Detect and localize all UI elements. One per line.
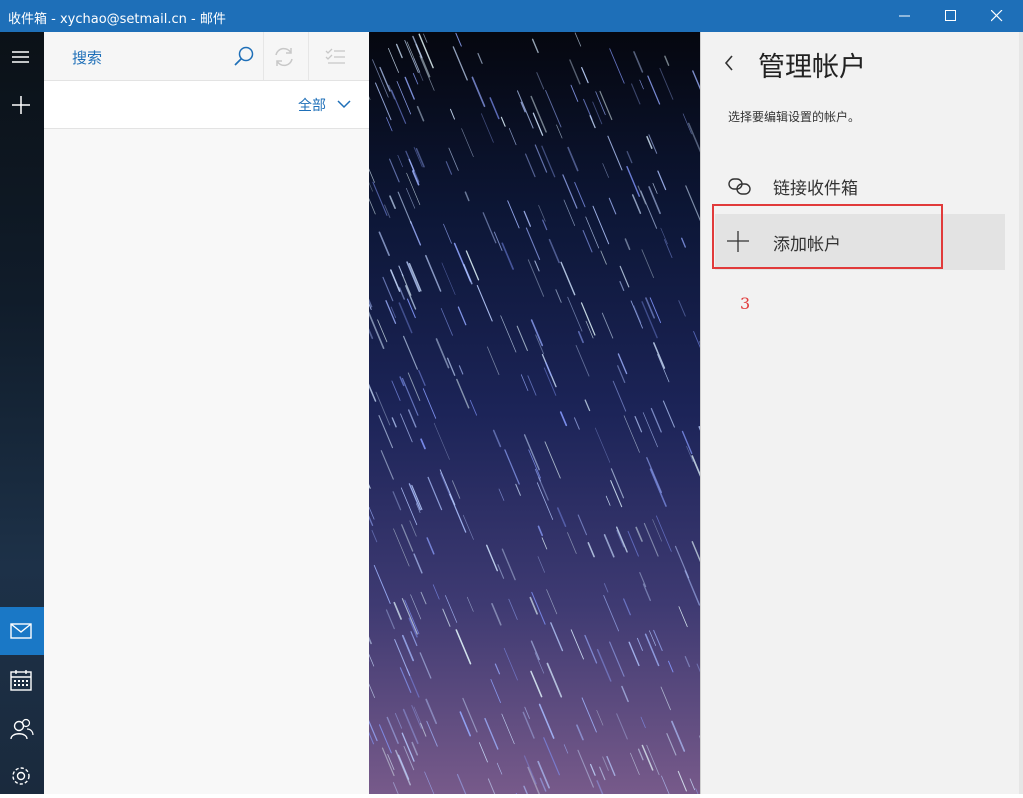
select-mode-icon — [324, 45, 348, 69]
annotation-step-number: 3 — [740, 294, 750, 313]
link-icon — [727, 174, 753, 198]
search-button[interactable] — [228, 42, 260, 70]
annotation-highlight-box — [712, 204, 943, 269]
panel-description: 选择要编辑设置的帐户。 — [728, 108, 860, 125]
minimize-icon — [899, 10, 911, 22]
filter-dropdown[interactable]: 全部 — [298, 95, 351, 115]
search-icon — [232, 45, 256, 69]
maximize-icon — [945, 10, 957, 22]
calendar-icon — [10, 669, 34, 693]
link-inboxes-label: 链接收件箱 — [773, 174, 858, 199]
maximize-button[interactable] — [928, 0, 974, 32]
manage-accounts-panel: 管理帐户 选择要编辑设置的帐户。 链接收件箱 添加帐户 3 — [700, 32, 1023, 794]
filter-bar: 全部 — [44, 81, 369, 129]
minimize-button[interactable] — [882, 0, 928, 32]
close-button[interactable] — [974, 0, 1020, 32]
toolbar-divider — [308, 32, 309, 80]
filter-label: 全部 — [298, 98, 326, 114]
sync-icon — [272, 45, 296, 69]
gear-icon — [10, 764, 34, 788]
toolbar-divider — [263, 32, 264, 80]
new-mail-button[interactable] — [0, 82, 44, 128]
settings-nav-button[interactable] — [0, 752, 44, 798]
mail-icon — [10, 619, 34, 643]
plus-icon — [10, 94, 32, 116]
window-title: 收件箱 - xychao@setmail.cn - 邮件 — [8, 8, 226, 27]
people-icon — [10, 717, 34, 741]
background-image — [369, 32, 700, 794]
people-nav-button[interactable] — [0, 705, 44, 751]
back-arrow-icon — [719, 52, 741, 74]
search-input[interactable]: 搜索 — [72, 47, 102, 68]
close-icon — [991, 10, 1003, 22]
navigation-rail — [0, 32, 44, 794]
calendar-nav-button[interactable] — [0, 657, 44, 703]
sync-button[interactable] — [268, 42, 300, 70]
hamburger-menu-button[interactable] — [0, 34, 44, 80]
panel-title: 管理帐户 — [758, 45, 866, 84]
hamburger-icon — [10, 46, 32, 68]
back-button[interactable] — [719, 52, 741, 74]
chevron-down-icon — [337, 99, 351, 109]
search-bar: 搜索 — [44, 32, 369, 81]
star-trails-image — [369, 32, 700, 794]
window-edge — [1019, 32, 1023, 794]
mail-nav-button[interactable] — [0, 607, 44, 655]
message-list-pane: 搜索 — [44, 32, 369, 794]
window-titlebar: 收件箱 - xychao@setmail.cn - 邮件 — [0, 0, 1023, 32]
select-mode-button[interactable] — [322, 42, 354, 70]
